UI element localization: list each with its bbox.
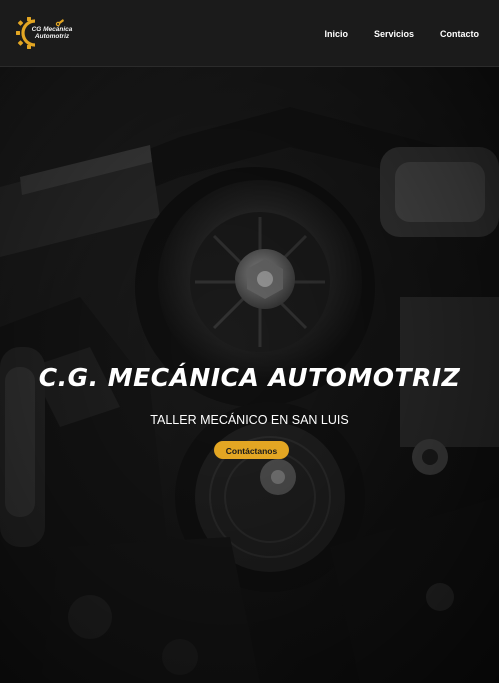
hero-title: C.G. MECÁNICA AUTOMOTRIZ <box>38 363 461 392</box>
main-nav: Inicio Servicios Contacto <box>324 29 479 39</box>
logo[interactable]: CG Mecánica Automotriz <box>13 16 72 50</box>
nav-contacto[interactable]: Contacto <box>440 29 479 39</box>
nav-inicio[interactable]: Inicio <box>324 29 348 39</box>
nav-servicios[interactable]: Servicios <box>374 29 414 39</box>
hero-subtitle: TALLER MECÁNICO EN SAN LUIS <box>150 413 349 427</box>
site-header: CG Mecánica Automotriz Inicio Servicios … <box>0 0 499 67</box>
hero-section: C.G. MECÁNICA AUTOMOTRIZ TALLER MECÁNICO… <box>0 67 499 683</box>
logo-text: CG Mecánica Automotriz <box>31 26 73 40</box>
contact-button[interactable]: Contáctanos <box>214 441 289 459</box>
